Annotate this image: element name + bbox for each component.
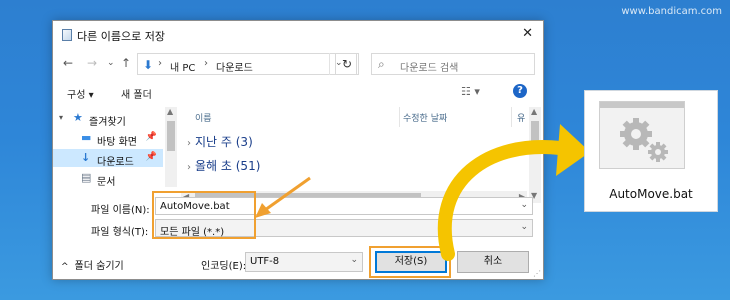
file-name-label: AutoMove.bat (609, 187, 693, 201)
nav-scrollbar[interactable]: ▲ (165, 107, 177, 187)
star-icon: ★ (73, 111, 83, 124)
recent-dropdown-icon[interactable]: ⌄ (107, 58, 115, 68)
download-icon: ↓ (81, 151, 91, 164)
chevron-up-icon: ^ (61, 262, 69, 272)
chevron-right-icon: › (187, 162, 191, 173)
back-icon[interactable]: ← (63, 56, 73, 70)
group-last-week[interactable]: › 지난 주 (3) (187, 133, 253, 150)
up-icon[interactable]: ↑ (121, 56, 131, 70)
chevron-right-icon: › (187, 138, 191, 149)
list-scrollbar[interactable]: ▲ ▼ (529, 107, 541, 203)
file-list: 이름 수정한 날짜 유 › 지난 주 (3) › 올해 초 (51) (181, 107, 527, 187)
scroll-up-icon[interactable]: ▲ (167, 107, 173, 116)
chevron-right-icon: › (158, 58, 162, 69)
resize-grip-icon[interactable]: ⋰ (533, 269, 541, 278)
scroll-up-icon[interactable]: ▲ (531, 107, 537, 116)
expand-chevron-icon[interactable]: ▾ (59, 113, 63, 122)
sidebar-item-label: 문서 (97, 177, 116, 187)
command-bar: 구성 ▾ 새 폴더 ☷ ▾ ? (53, 81, 543, 103)
encoding-label: 인코딩(E): (201, 261, 247, 272)
chevron-down-icon[interactable]: ⌄ (520, 200, 528, 210)
help-icon[interactable]: ? (513, 84, 527, 98)
document-icon: ▤ (81, 171, 92, 184)
save-button[interactable]: 저장(S) (375, 251, 447, 273)
search-box[interactable]: ⌕ 다운로드 검색 (371, 53, 535, 75)
sidebar-item-label: 바탕 화면 (97, 137, 137, 148)
hide-folders-button[interactable]: ^ 폴더 숨기기 (61, 257, 124, 272)
sidebar-item-downloads[interactable]: ↓ 다운로드 📌 (53, 149, 163, 168)
search-icon: ⌕ (378, 57, 385, 71)
watermark-text: www.bandicam.com (621, 6, 722, 17)
gears-icon (620, 118, 668, 162)
filename-label: 파일 이름(N): (91, 205, 150, 216)
organize-button[interactable]: 구성 ▾ (67, 86, 94, 101)
breadcrumb-downloads[interactable]: 다운로드 (216, 59, 253, 74)
chevron-down-icon[interactable]: ⌄ (520, 222, 528, 232)
column-header-name[interactable]: 이름 (195, 111, 212, 124)
desktop-icon: ▬ (81, 131, 92, 144)
cancel-button[interactable]: 취소 (457, 251, 529, 273)
batch-file-icon (599, 101, 685, 169)
group-earlier-this-year[interactable]: › 올해 초 (51) (187, 157, 260, 174)
navigation-pane: ▾ ★ 즐겨찾기 ▬ 바탕 화면 📌 ↓ 다운로드 📌 ▤ 문서 (53, 107, 163, 187)
search-placeholder: 다운로드 검색 (400, 63, 459, 74)
view-options-icon[interactable]: ☷ ▾ (461, 85, 480, 98)
new-folder-button[interactable]: 새 폴더 (121, 86, 152, 101)
dialog-title: 다른 이름으로 저장 (77, 30, 165, 43)
column-divider[interactable] (511, 107, 512, 127)
save-as-dialog: 다른 이름으로 저장 ✕ ← → ⌄ ↑ ⬇ › 내 PC › 다운로드 ⌄ ↻… (52, 20, 544, 280)
filename-field[interactable]: AutoMove.bat ⌄ (155, 197, 533, 215)
filetype-select[interactable]: 모든 파일 (*.*) ⌄ (155, 219, 533, 238)
filetype-label: 파일 형식(T): (91, 227, 149, 238)
forward-icon[interactable]: → (87, 56, 97, 70)
sidebar-item-desktop[interactable]: ▬ 바탕 화면 📌 (53, 129, 163, 148)
encoding-select[interactable]: UTF-8 ⌄ (245, 252, 363, 272)
encoding-value: UTF-8 (250, 256, 280, 267)
notepad-icon (62, 29, 72, 41)
chevron-down-icon[interactable]: ⌄ (350, 255, 358, 265)
scroll-thumb[interactable] (531, 121, 539, 141)
sidebar-item-label: 즐겨찾기 (89, 117, 126, 128)
sidebar-item-favorites[interactable]: ▾ ★ 즐겨찾기 (53, 109, 163, 128)
group-label: 지난 주 (3) (195, 135, 253, 149)
title-bar: 다른 이름으로 저장 ✕ (53, 21, 543, 49)
pin-icon: 📌 (145, 132, 157, 142)
file-icon-automove: AutoMove.bat (584, 90, 718, 212)
address-bar[interactable]: ⬇ › 내 PC › 다운로드 (137, 53, 357, 75)
column-header-modified[interactable]: 수정한 날짜 (403, 111, 447, 124)
refresh-icon: ↻ (342, 57, 353, 71)
sidebar-item-documents[interactable]: ▤ 문서 (53, 169, 163, 187)
refresh-button[interactable]: ↻ (335, 53, 359, 75)
navigation-row: ← → ⌄ ↑ ⬇ › 내 PC › 다운로드 ⌄ ↻ ⌕ 다운로드 검색 (53, 51, 543, 77)
sidebar-item-label: 다운로드 (97, 157, 134, 168)
column-header-type[interactable]: 유 (517, 111, 525, 124)
breadcrumb-this-pc[interactable]: 내 PC (170, 59, 195, 74)
chevron-right-icon: › (204, 58, 208, 69)
pin-icon: 📌 (145, 152, 157, 162)
scroll-thumb[interactable] (167, 121, 175, 151)
filetype-value: 모든 파일 (*.*) (160, 227, 225, 238)
column-divider[interactable] (399, 107, 400, 127)
filename-value: AutoMove.bat (160, 201, 230, 212)
close-icon[interactable]: ✕ (522, 26, 533, 41)
download-folder-icon: ⬇ (143, 58, 154, 72)
group-label: 올해 초 (51) (195, 159, 261, 173)
hide-folders-label: 폴더 숨기기 (74, 261, 124, 272)
